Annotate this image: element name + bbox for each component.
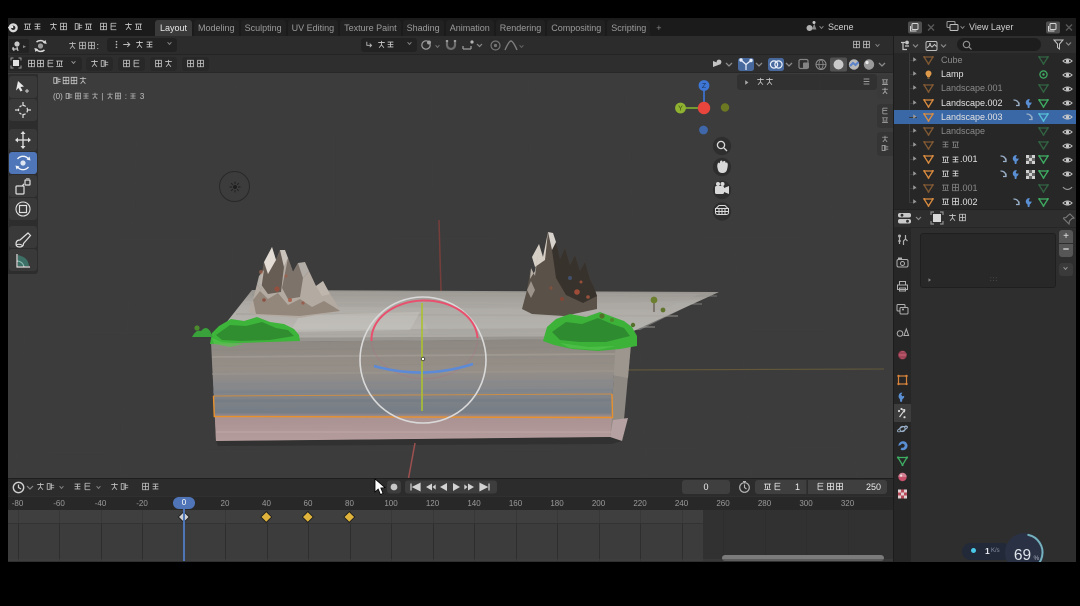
svg-text:Y: Y xyxy=(678,106,683,113)
svg-text:Z: Z xyxy=(702,83,707,90)
svg-text:%: % xyxy=(1034,555,1040,562)
